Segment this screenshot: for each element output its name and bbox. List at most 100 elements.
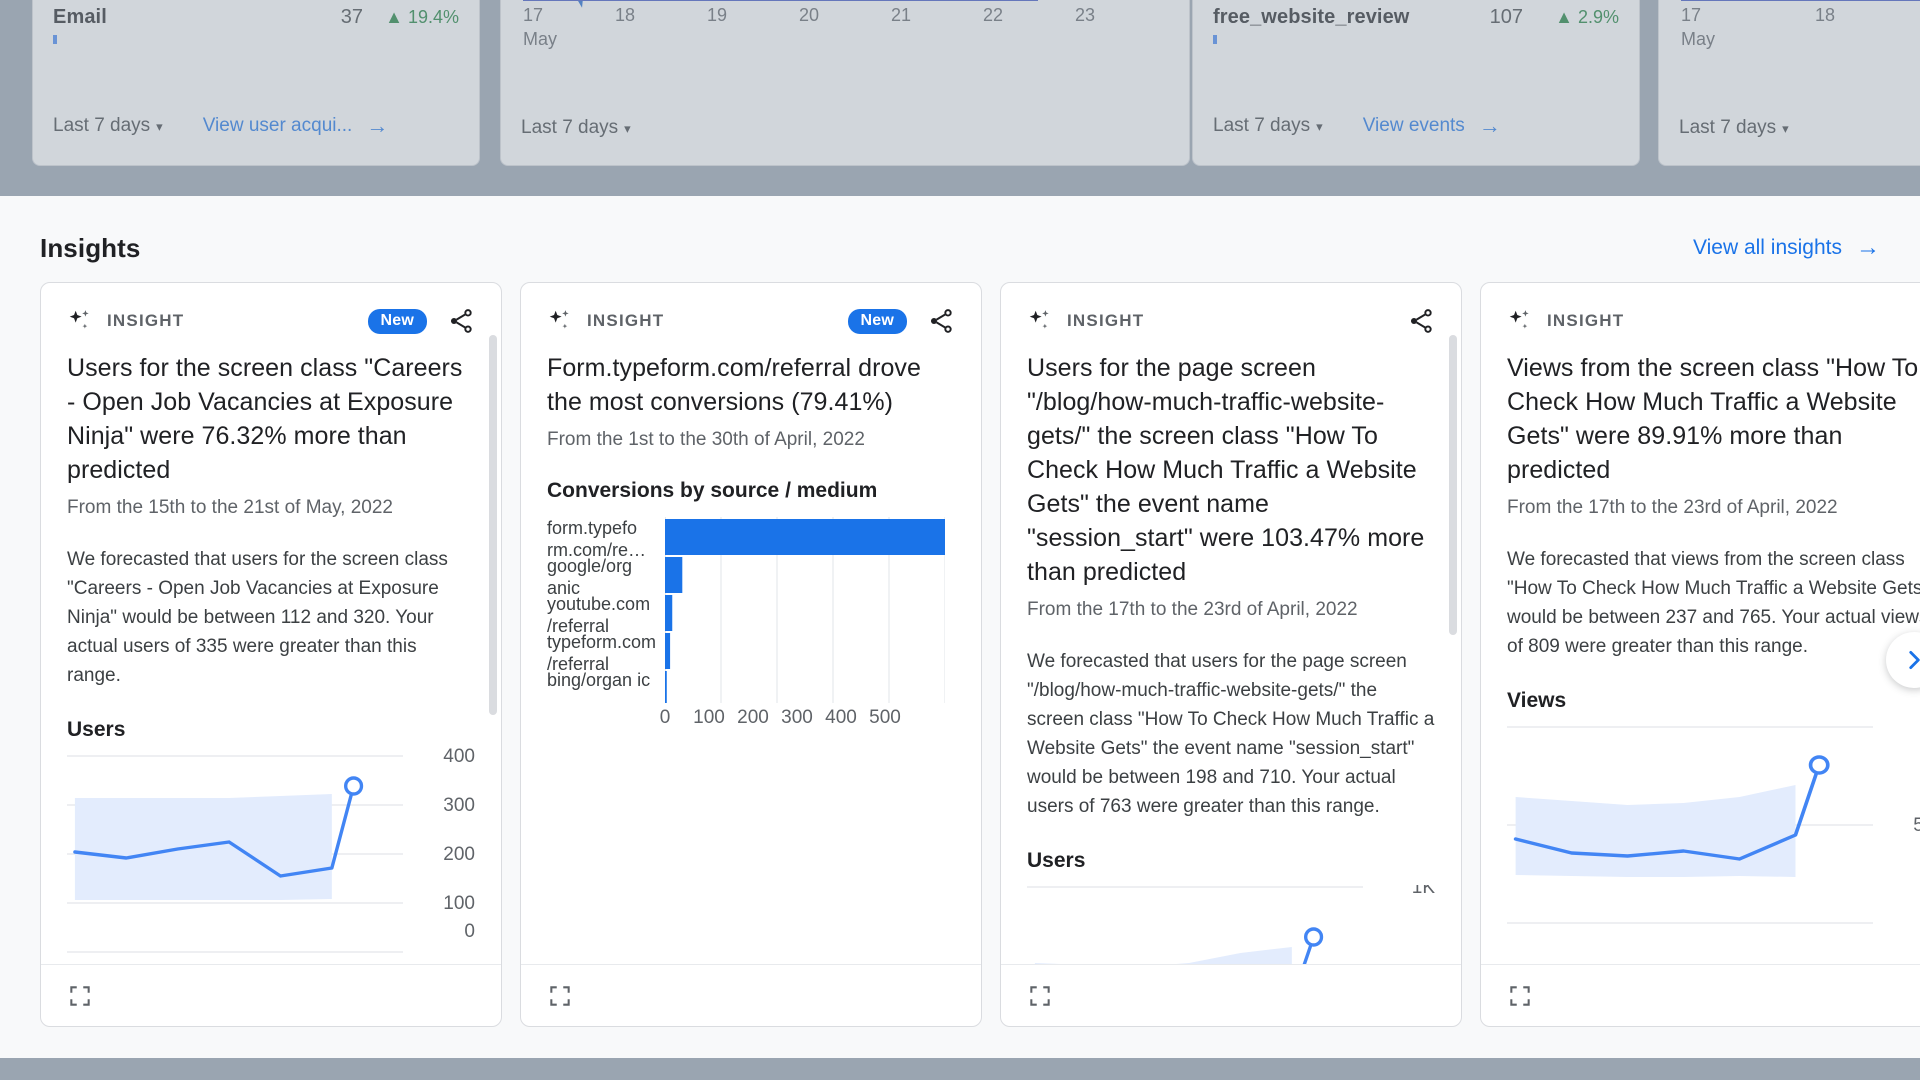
scorecard-footer: Last 7 days ▾ (1679, 117, 1920, 139)
forecast-line-chart: 1K (1027, 885, 1435, 964)
view-events-link[interactable]: View events → (1363, 113, 1501, 139)
scorecard-footer: Last 7 days ▾ (521, 117, 1169, 139)
scorecard-row-label: free_website_review (1213, 6, 1410, 28)
conversions-bar-chart: form.typefo rm.com/re… google/org anic y… (547, 517, 955, 732)
axis-ticks: 17 18 1 (1681, 5, 1920, 26)
insight-card-header: INSIGHT New (521, 283, 981, 337)
scorecard-strip: Email 37 ▲ 19.4% Last 7 days ▾ View user … (0, 0, 1920, 196)
x-tick-label: 400 (825, 707, 857, 728)
date-range-selector[interactable]: Last 7 days ▾ (1213, 115, 1323, 137)
axis-tick: 20 (799, 5, 820, 25)
insight-title: Form.typeform.com/referral drove the mos… (547, 354, 921, 416)
insight-label: INSIGHT (1547, 311, 1625, 330)
axis-tick: 21 (891, 5, 912, 25)
insight-card[interactable]: INSIGHT Users for the page screen "/blog… (1000, 282, 1462, 1027)
scorecard-footer: Last 7 days ▾ View events → (1213, 113, 1619, 139)
scorecard-row: free_website_review 107 ▲ 2.9% (1213, 6, 1619, 29)
chart-plot-area (1027, 885, 1363, 964)
chevron-down-icon: ▾ (1782, 121, 1789, 136)
forecast-line-chart: 1K 500 0 (1507, 725, 1920, 935)
metric-label: Users (1027, 849, 1086, 872)
insights-header: Insights View all insights → (0, 196, 1920, 272)
insight-card-header: INSIGHT New (41, 283, 501, 337)
chart-y-axis-labels: 1K 500 0 (1879, 725, 1920, 935)
chart-y-axis-labels: 1K (1369, 885, 1435, 964)
axis-tick: 17 (523, 5, 544, 25)
card-scrollbar-thumb[interactable] (1449, 335, 1457, 635)
page-title: Insights (40, 232, 141, 263)
scorecard-footer: Last 7 days ▾ View user acqui... → (53, 113, 459, 139)
insight-title: Views from the screen class "How To Chec… (1507, 354, 1919, 484)
share-icon[interactable] (1407, 307, 1435, 335)
share-icon[interactable] (927, 307, 955, 335)
metric-label: Users (67, 718, 126, 741)
date-range-selector[interactable]: Last 7 days ▾ (521, 117, 631, 139)
bar-category-label: bing/organ ic (547, 670, 651, 690)
metric-label: Conversions by source / medium (547, 479, 878, 502)
chart-y-axis-labels: 400 300 200 100 0 (409, 746, 475, 964)
chevron-down-icon: ▾ (156, 119, 163, 134)
metric-label: Views (1507, 689, 1567, 712)
axis-tick: 17 (1681, 5, 1702, 25)
chevron-right-icon (1901, 647, 1920, 673)
insight-card[interactable]: INSIGHT Views from the screen class "How… (1480, 282, 1920, 1027)
insight-card[interactable]: INSIGHT New Form.typeform.com/referral d… (520, 282, 982, 1027)
chevron-down-icon: ▾ (624, 121, 631, 136)
scorecard-axis: 17 18 1 May (1681, 0, 1920, 49)
y-tick-label: 300 (443, 795, 475, 816)
insight-card-footer (1481, 964, 1920, 1026)
sparkle-icon (1507, 308, 1533, 334)
insight-label: INSIGHT (1067, 311, 1145, 330)
bar-category-label: youtube.com /referral (547, 594, 651, 636)
axis-line (1681, 0, 1920, 1)
expand-icon[interactable] (67, 983, 93, 1009)
new-badge: New (367, 308, 427, 334)
insight-date-range: From the 17th to the 23rd of April, 2022 (1027, 599, 1358, 620)
scorecard-tick-mark (1213, 35, 1217, 44)
expand-icon[interactable] (1507, 983, 1533, 1009)
insight-card-footer (41, 964, 501, 1026)
arrow-right-icon: → (366, 113, 389, 138)
date-range-selector[interactable]: Last 7 days ▾ (1679, 117, 1789, 139)
card-scrollbar[interactable] (489, 335, 497, 1016)
scorecard-row-value: 107 (1489, 6, 1523, 28)
scorecard-engagement-chart: 0m 00s 17 18 19 20 21 22 23 May Last 7 d… (500, 0, 1190, 166)
scorecard-row-delta: ▲ 19.4% (385, 7, 459, 27)
y-tick-label: 200 (443, 844, 475, 865)
y-tick-label: 100 (443, 893, 475, 914)
scorecard-tick-mark (53, 35, 57, 44)
chart-plot-area (664, 517, 946, 703)
insight-card-body: Users for the page screen "/blog/how-muc… (1001, 337, 1461, 964)
expand-icon[interactable] (1027, 983, 1053, 1009)
sparkle-icon (1027, 308, 1053, 334)
analytics-insights-page: Email 37 ▲ 19.4% Last 7 days ▾ View user … (0, 0, 1920, 1080)
axis-month-label: May (1681, 29, 1716, 49)
view-all-insights-link[interactable]: View all insights → (1693, 234, 1880, 262)
card-scrollbar[interactable] (1449, 335, 1457, 1016)
insight-card[interactable]: INSIGHT New Users for the screen class "… (40, 282, 502, 1027)
scorecard-row: Email 37 ▲ 19.4% (53, 6, 459, 29)
axis-ticks: 17 18 19 20 21 22 23 (523, 5, 1167, 26)
insight-card-body: Form.typeform.com/referral drove the mos… (521, 337, 981, 964)
expand-icon[interactable] (547, 983, 573, 1009)
share-icon[interactable] (447, 307, 475, 335)
insight-label: INSIGHT (107, 311, 185, 330)
x-tick-label: 500 (869, 707, 901, 728)
insight-date-range: From the 1st to the 30th of April, 2022 (547, 429, 865, 450)
card-scrollbar-thumb[interactable] (489, 335, 497, 715)
insight-label: INSIGHT (587, 311, 665, 330)
view-all-insights-label: View all insights (1692, 236, 1842, 259)
insight-title: Users for the page screen "/blog/how-muc… (1027, 354, 1425, 586)
arrow-right-icon: → (1478, 113, 1501, 138)
view-user-acquisition-link[interactable]: View user acqui... → (203, 113, 389, 139)
sparkle-icon (67, 308, 93, 334)
bar-category-labels: form.typefo rm.com/re… google/org anic y… (547, 517, 661, 707)
insight-card-header: INSIGHT (1481, 283, 1920, 337)
bar-category-label: form.typefo rm.com/re… (547, 518, 646, 560)
date-range-selector[interactable]: Last 7 days ▾ (53, 115, 163, 137)
scorecard-row-label: Email (53, 6, 107, 28)
insight-card-body: Views from the screen class "How To Chec… (1481, 337, 1920, 964)
y-tick-label: 1K (1411, 885, 1435, 898)
axis-tick: 19 (707, 5, 728, 25)
y-tick-label: 500 (1913, 815, 1920, 837)
